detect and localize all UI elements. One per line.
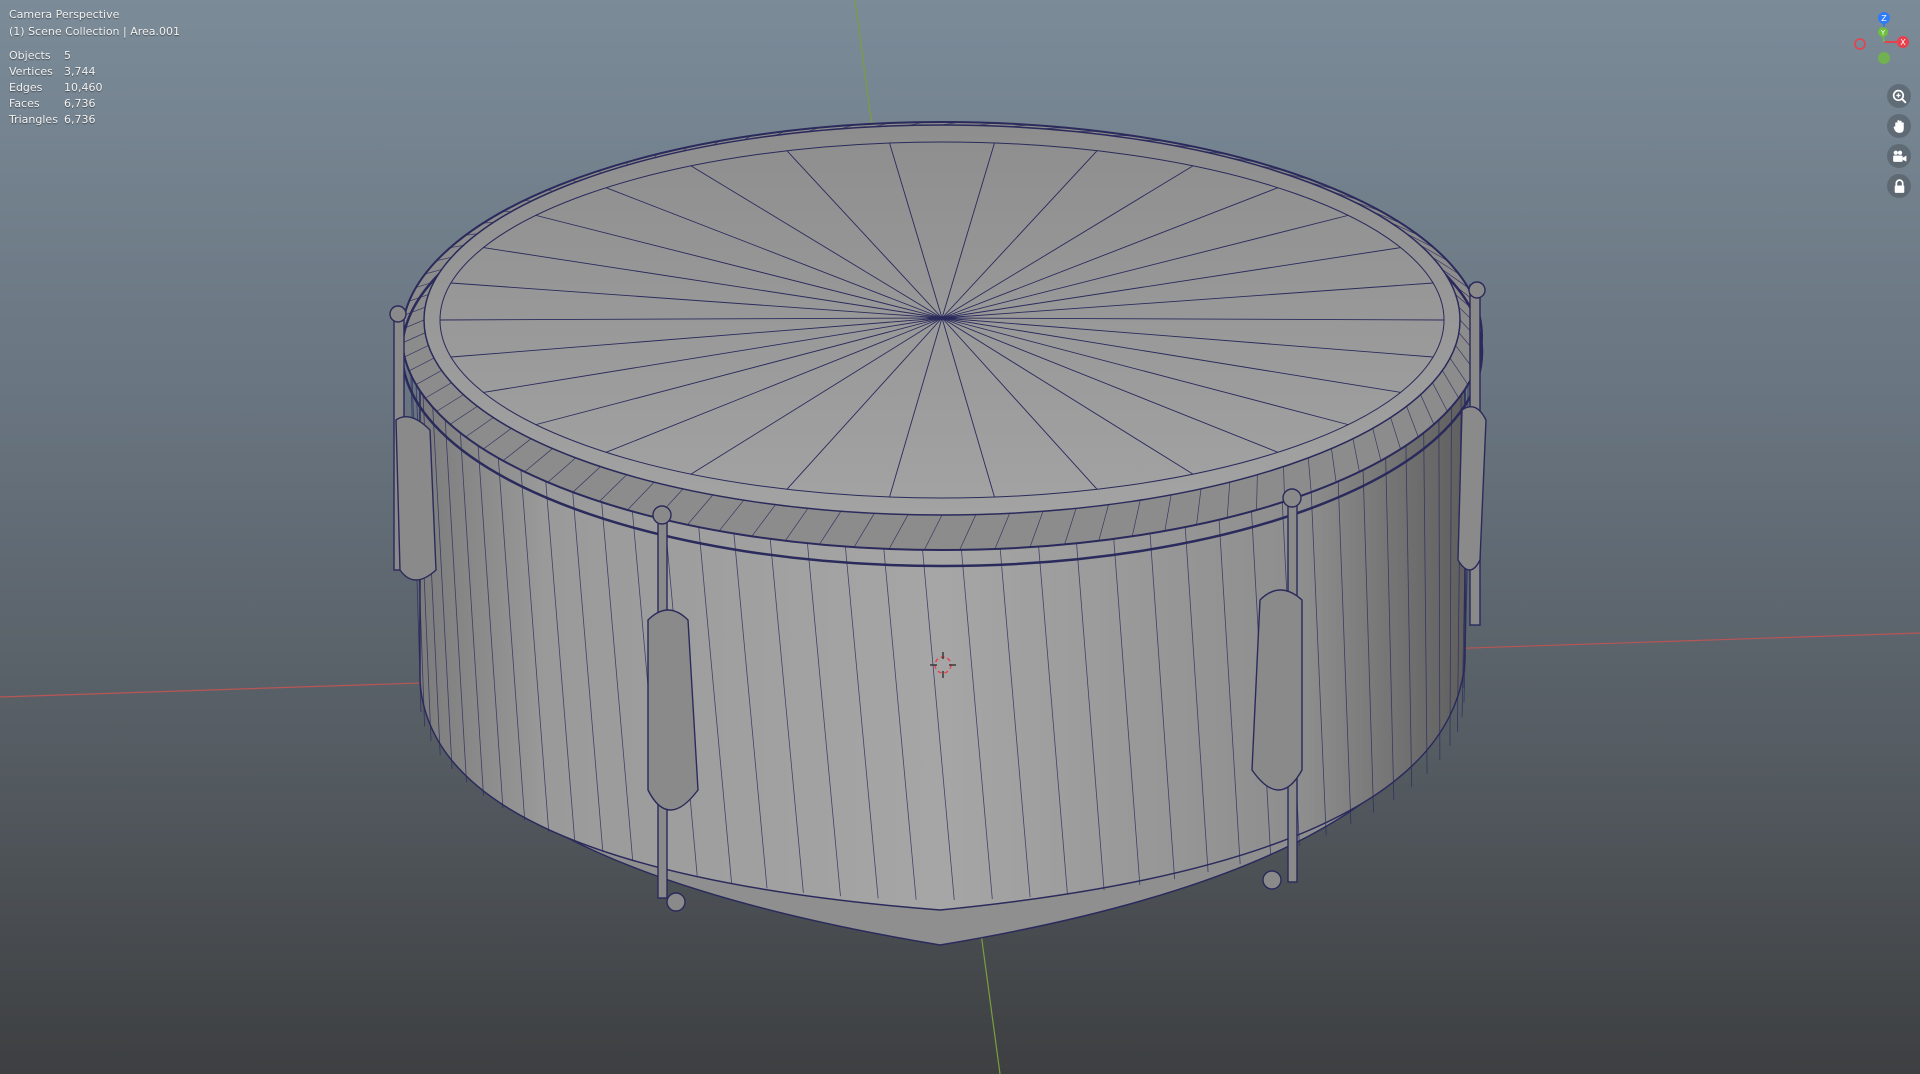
stat-label: Objects <box>9 49 51 62</box>
stat-value: 10,460 <box>64 81 103 94</box>
svg-text:X: X <box>1900 38 1906 47</box>
svg-text:Z: Z <box>1881 14 1887 23</box>
gizmo-x-axis[interactable]: X <box>1897 36 1909 48</box>
viewport-info-overlay: Camera Perspective (1) Scene Collection … <box>9 6 180 128</box>
gizmo-negative-y[interactable] <box>1878 52 1890 64</box>
3d-viewport[interactable] <box>0 0 1920 1074</box>
navigation-tools <box>1887 84 1911 198</box>
zoom-button[interactable] <box>1887 84 1911 108</box>
zoom-icon <box>1892 89 1907 104</box>
stat-label: Edges <box>9 81 43 94</box>
stat-value: 3,744 <box>64 65 96 78</box>
stat-label: Faces <box>9 97 40 110</box>
lock-button[interactable] <box>1887 174 1911 198</box>
stat-label: Vertices <box>9 65 53 78</box>
svg-text:Y: Y <box>1880 29 1886 37</box>
navigation-gizmo[interactable]: Z Y X <box>1848 8 1910 70</box>
hand-icon <box>1893 119 1904 133</box>
scene-statistics: Objects 5 Vertices 3,744 Edges 10,460 Fa… <box>9 48 180 128</box>
collection-label: (1) Scene Collection | Area.001 <box>9 25 181 38</box>
stat-label: Triangles <box>9 113 58 126</box>
view-mode-label: Camera Perspective <box>9 8 120 21</box>
snare-drum-mesh[interactable] <box>389 121 1487 946</box>
gizmo-negative-x[interactable] <box>1854 38 1866 50</box>
stat-value: 6,736 <box>64 97 96 110</box>
camera-icon <box>1892 150 1906 162</box>
camera-view-button[interactable] <box>1887 144 1911 168</box>
gizmo-y-axis[interactable]: Y <box>1878 27 1888 37</box>
lock-icon <box>1894 178 1904 193</box>
gizmo-z-axis[interactable]: Z <box>1878 12 1890 24</box>
pan-button[interactable] <box>1887 114 1911 138</box>
stat-value: 6,736 <box>64 113 96 126</box>
stat-value: 5 <box>64 49 71 62</box>
